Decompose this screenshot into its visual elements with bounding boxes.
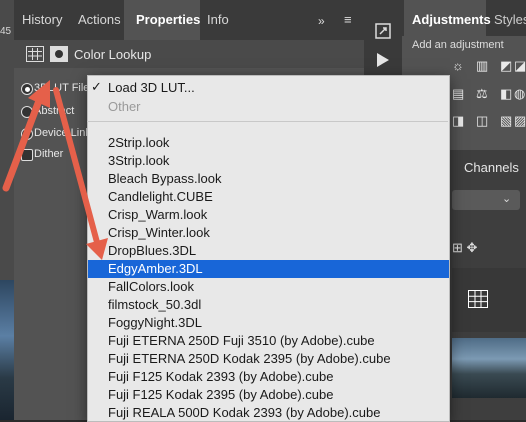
menu-item[interactable]: Candlelight.CUBE [88,188,449,206]
adjustment-layer-icon [26,46,44,62]
radio-device-link[interactable] [21,128,33,140]
tab-styles[interactable]: Styles [494,12,526,27]
canvas-edge: 45 [0,0,14,420]
brightness-icon[interactable]: ☼ [452,58,464,73]
black-white-icon[interactable]: ◧ [500,86,512,102]
menu-item[interactable]: filmstock_50.3dl [88,296,449,314]
radio-3dlut-file[interactable] [21,83,33,95]
chevron-down-icon: ⌄ [502,193,512,205]
panel-title: Color Lookup [74,47,152,62]
layer-thumbnail-icon [468,290,488,308]
lut-dropdown-menu: Load 3D LUT... Other 2Strip.look 3Strip.… [87,75,450,422]
menu-item-load-3d-lut[interactable]: Load 3D LUT... [88,79,449,97]
layer-photo-thumbnail[interactable] [452,338,526,398]
menu-item[interactable]: 2Strip.look [88,134,449,152]
tab-history[interactable]: History [22,12,62,27]
option-label-dither[interactable]: Dither [34,148,63,160]
menu-item[interactable]: Crisp_Warm.look [88,206,449,224]
menu-item[interactable]: DropBlues.3DL [88,242,449,260]
canvas-photo-edge [0,280,14,420]
radio-abstract[interactable] [21,106,33,118]
menu-item-other: Other [108,99,141,114]
add-adjustment-label: Add an adjustment [412,39,504,51]
menu-item[interactable]: Crisp_Winter.look [88,224,449,242]
tab-info[interactable]: Info [207,12,229,27]
levels-icon[interactable]: ▥ [476,58,488,74]
color-balance-icon[interactable]: ⚖ [476,86,488,102]
tab-actions[interactable]: Actions [78,12,121,27]
menu-item[interactable]: Fuji ETERNA 250D Fuji 3510 (by Adobe).cu… [88,332,449,350]
canvas-edge-number: 45 [0,26,12,37]
threshold-icon[interactable]: ▧ [500,113,512,129]
gradient-map-icon[interactable]: ▨ [514,113,526,129]
history-brush-icon[interactable] [374,22,392,40]
menu-item[interactable]: Fuji REALA 500D Kodak 2393 (by Adobe).cu… [88,404,449,422]
invert-icon[interactable]: ◨ [452,113,464,129]
menu-separator [87,121,448,122]
menu-item[interactable]: 3Strip.look [88,152,449,170]
option-label-abstract[interactable]: Abstract [34,105,74,117]
play-icon[interactable] [376,52,390,68]
posterize-icon[interactable]: ◫ [476,113,488,129]
hue-saturation-icon[interactable]: ▤ [452,86,464,102]
menu-item-selected[interactable]: EdgyAmber.3DL [88,260,449,278]
menu-item[interactable]: Fuji F125 Kodak 2395 (by Adobe).cube [88,386,449,404]
collapse-panels-icon[interactable]: » [318,14,325,28]
photo-filter-icon[interactable]: ◍ [514,86,525,102]
menu-item[interactable]: FallColors.look [88,278,449,296]
checkbox-dither[interactable] [21,149,33,161]
layer-mask-icon[interactable] [50,46,68,62]
checkmark-icon: ✓ [91,79,102,94]
panel-menu-icon[interactable]: ≡ [344,12,352,27]
tab-properties[interactable]: Properties [136,12,200,27]
option-label-device-link[interactable]: Device Link [34,127,91,139]
option-label-3dlut-file[interactable]: 3DLUT File [34,82,89,94]
layer-row[interactable] [452,268,526,332]
menu-item[interactable]: Bleach Bypass.look [88,170,449,188]
tab-adjustments[interactable]: Adjustments [412,12,491,27]
menu-item[interactable]: Fuji ETERNA 250D Kodak 2395 (by Adobe).c… [88,350,449,368]
tab-channels[interactable]: Channels [464,160,519,175]
menu-item[interactable]: Fuji F125 Kodak 2393 (by Adobe).cube [88,368,449,386]
menu-item[interactable]: FoggyNight.3DL [88,314,449,332]
lock-move-icon[interactable]: ⊞ ✥ [452,240,477,256]
exposure-icon[interactable]: ◪ [514,58,526,74]
curves-icon[interactable]: ◩ [500,58,512,74]
